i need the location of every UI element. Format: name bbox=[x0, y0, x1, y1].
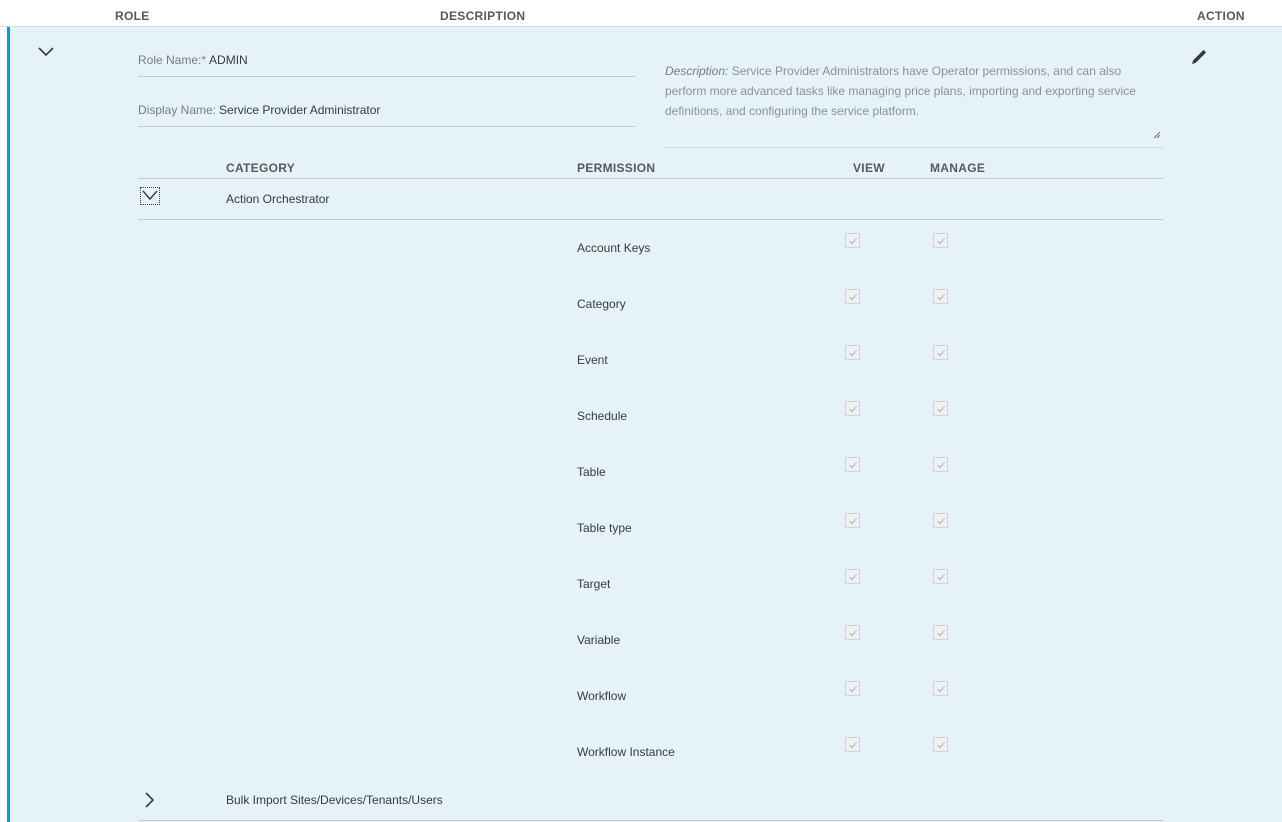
permission-name: Workflow Instance bbox=[577, 745, 675, 759]
view-checkbox[interactable] bbox=[845, 233, 860, 248]
permission-row: Table bbox=[138, 444, 1163, 500]
checkmark-icon bbox=[937, 630, 945, 637]
chevron-down-icon bbox=[38, 47, 54, 57]
permission-name: Workflow bbox=[577, 689, 627, 703]
roles-page: ROLE DESCRIPTION ACTION Role Name:* ADMIN… bbox=[0, 0, 1282, 822]
role-name-value: ADMIN bbox=[209, 53, 248, 67]
checkmark-icon bbox=[849, 294, 857, 301]
role-name-label: Role Name:* bbox=[138, 53, 207, 67]
permission-name: Schedule bbox=[577, 409, 628, 423]
checkmark-icon bbox=[937, 406, 945, 413]
expand-category-button[interactable] bbox=[140, 790, 160, 810]
display-name-label: Display Name: bbox=[138, 103, 217, 117]
permission-row: Workflow bbox=[138, 668, 1163, 724]
permission-row: Category bbox=[138, 276, 1163, 332]
permission-row: Table type bbox=[138, 500, 1163, 556]
manage-checkbox[interactable] bbox=[933, 625, 948, 640]
checkmark-icon bbox=[849, 350, 857, 357]
checkmark-icon bbox=[849, 518, 857, 525]
resize-grip-icon[interactable] bbox=[1153, 131, 1161, 139]
roles-table-header: ROLE DESCRIPTION ACTION bbox=[0, 0, 1282, 27]
pencil-icon bbox=[1192, 49, 1207, 64]
manage-checkbox[interactable] bbox=[933, 681, 948, 696]
description-column-header: DESCRIPTION bbox=[440, 9, 526, 23]
checkmark-icon bbox=[937, 574, 945, 581]
permission-name: Target bbox=[577, 577, 611, 591]
role-column-header: ROLE bbox=[115, 9, 150, 23]
permission-column-header: PERMISSION bbox=[577, 161, 656, 175]
checkmark-icon bbox=[937, 238, 945, 245]
permission-row: Schedule bbox=[138, 388, 1163, 444]
view-checkbox[interactable] bbox=[845, 737, 860, 752]
checkmark-icon bbox=[849, 686, 857, 693]
manage-checkbox[interactable] bbox=[933, 513, 948, 528]
view-checkbox[interactable] bbox=[845, 625, 860, 640]
view-checkbox[interactable] bbox=[845, 401, 860, 416]
checkmark-icon bbox=[937, 518, 945, 525]
view-checkbox[interactable] bbox=[845, 345, 860, 360]
description-text: Service Provider Administrators have Ope… bbox=[665, 64, 1136, 118]
permission-name: Account Keys bbox=[577, 241, 651, 255]
category-row-action-orchestrator: Action Orchestrator bbox=[138, 179, 1163, 220]
view-column-header: VIEW bbox=[853, 161, 885, 175]
checkmark-icon bbox=[849, 630, 857, 637]
permission-name: Category bbox=[577, 297, 626, 311]
manage-checkbox[interactable] bbox=[933, 737, 948, 752]
manage-checkbox[interactable] bbox=[933, 401, 948, 416]
manage-checkbox[interactable] bbox=[933, 457, 948, 472]
manage-column-header: MANAGE bbox=[930, 161, 986, 175]
permission-row: Account Keys bbox=[138, 220, 1163, 276]
manage-checkbox[interactable] bbox=[933, 569, 948, 584]
permission-name: Event bbox=[577, 353, 608, 367]
description-textarea[interactable]: Description: Service Provider Administra… bbox=[665, 61, 1163, 148]
permission-row: Target bbox=[138, 556, 1163, 612]
checkmark-icon bbox=[937, 742, 945, 749]
view-checkbox[interactable] bbox=[845, 681, 860, 696]
action-column-header: ACTION bbox=[1197, 9, 1245, 23]
view-checkbox[interactable] bbox=[845, 289, 860, 304]
checkmark-icon bbox=[849, 462, 857, 469]
checkmark-icon bbox=[849, 574, 857, 581]
view-checkbox[interactable] bbox=[845, 513, 860, 528]
permission-row: Event bbox=[138, 332, 1163, 388]
checkmark-icon bbox=[849, 238, 857, 245]
category-column-header: CATEGORY bbox=[226, 161, 296, 175]
category-name: Action Orchestrator bbox=[226, 192, 330, 206]
role-row-expanded: Role Name:* ADMIN Display Name: Service Pr… bbox=[7, 27, 1282, 822]
view-checkbox[interactable] bbox=[845, 457, 860, 472]
chevron-right-icon bbox=[145, 792, 155, 808]
checkmark-icon bbox=[937, 294, 945, 301]
category-row-bulk-import: Bulk Import Sites/Devices/Tenants/Users bbox=[138, 779, 1163, 821]
checkmark-icon bbox=[849, 406, 857, 413]
display-name-value: Service Provider Administrator bbox=[219, 103, 381, 117]
permission-name: Table type bbox=[577, 521, 632, 535]
category-name: Bulk Import Sites/Devices/Tenants/Users bbox=[226, 793, 443, 807]
permission-list: Account Keys Category Event Schedule Tab bbox=[138, 220, 1163, 780]
permission-name: Table bbox=[577, 465, 606, 479]
edit-role-button[interactable] bbox=[1188, 46, 1210, 68]
permission-name: Variable bbox=[577, 633, 621, 647]
display-name-field[interactable]: Display Name: Service Provider Administra… bbox=[138, 103, 635, 127]
checkmark-icon bbox=[937, 686, 945, 693]
permission-row: Workflow Instance bbox=[138, 724, 1163, 780]
checkmark-icon bbox=[849, 742, 857, 749]
checkmark-icon bbox=[937, 462, 945, 469]
permissions-table-header: CATEGORY PERMISSION VIEW MANAGE bbox=[138, 160, 1163, 179]
collapse-row-button[interactable] bbox=[34, 43, 58, 63]
manage-checkbox[interactable] bbox=[933, 233, 948, 248]
manage-checkbox[interactable] bbox=[933, 289, 948, 304]
view-checkbox[interactable] bbox=[845, 569, 860, 584]
role-name-field[interactable]: Role Name:* ADMIN bbox=[138, 53, 635, 77]
chevron-down-icon bbox=[142, 190, 158, 201]
manage-checkbox[interactable] bbox=[933, 345, 948, 360]
collapse-category-button[interactable] bbox=[140, 187, 160, 205]
permission-row: Variable bbox=[138, 612, 1163, 668]
checkmark-icon bbox=[937, 350, 945, 357]
description-label: Description: bbox=[665, 64, 729, 78]
